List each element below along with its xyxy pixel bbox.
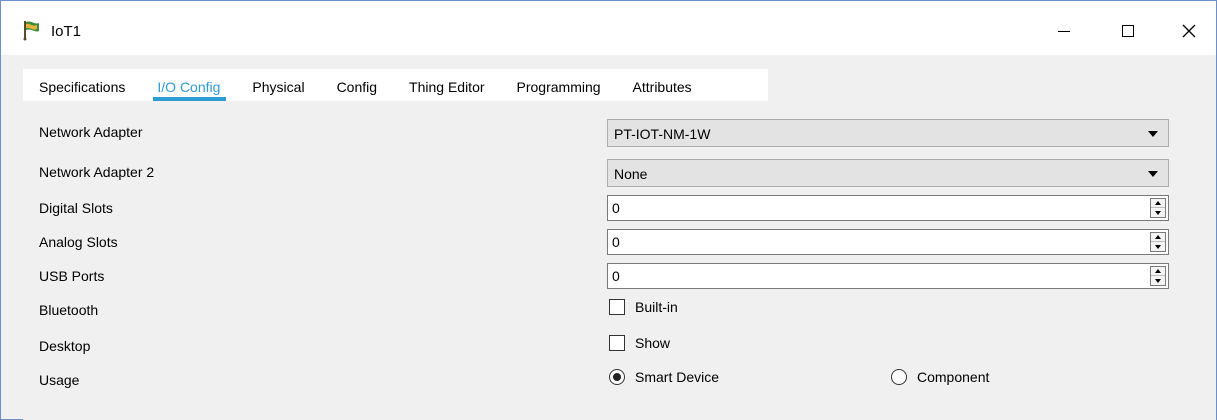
spin-down-button[interactable]: [1151, 242, 1165, 251]
tab-io-config[interactable]: I/O Config: [141, 69, 236, 101]
digital-slots-input[interactable]: [612, 199, 1132, 217]
bluetooth-row: Bluetooth Built-in: [23, 293, 1216, 327]
spin-down-button[interactable]: [1151, 276, 1165, 285]
usage-component-radio[interactable]: Component: [891, 369, 989, 385]
tab-physical[interactable]: Physical: [236, 69, 320, 101]
network-adapter-2-value: None: [614, 166, 648, 182]
iot-device-icon: [23, 21, 39, 41]
tab-bar: Specifications I/O Config Physical Confi…: [23, 69, 768, 101]
component-label: Component: [917, 369, 990, 385]
radio-circle: [891, 369, 907, 385]
analog-slots-row: Analog Slots: [23, 225, 1216, 259]
usb-ports-input[interactable]: [612, 267, 1132, 285]
usb-ports-row: USB Ports: [23, 259, 1216, 293]
bluetooth-label: Bluetooth: [39, 302, 99, 318]
spin-down-icon: [1155, 244, 1161, 249]
desktop-label: Desktop: [39, 338, 91, 354]
usb-ports-spin-buttons: [1150, 266, 1166, 286]
spin-up-icon: [1155, 269, 1161, 273]
tab-thing-editor[interactable]: Thing Editor: [393, 69, 500, 101]
usage-row: Usage Smart Device Component: [23, 363, 1216, 397]
spin-down-icon: [1155, 278, 1161, 283]
bluetooth-builtin-checkbox[interactable]: Built-in: [609, 299, 678, 315]
network-adapter-2-label: Network Adapter 2: [39, 164, 155, 180]
checkbox-box: [609, 335, 625, 351]
analog-slots-spin-buttons: [1150, 232, 1166, 252]
checkbox-box: [609, 299, 625, 315]
tab-config[interactable]: Config: [321, 69, 393, 101]
desktop-row: Desktop Show: [23, 329, 1216, 363]
close-button[interactable]: [1166, 11, 1212, 51]
spin-up-icon: [1155, 201, 1161, 205]
digital-slots-spinner: [607, 195, 1169, 221]
analog-slots-spinner: [607, 229, 1169, 255]
desktop-show-checkbox[interactable]: Show: [609, 335, 670, 351]
window-title: IoT1: [51, 23, 82, 40]
analog-slots-label: Analog Slots: [39, 234, 118, 250]
network-adapter-row: Network Adapter PT-IOT-NM-1W: [23, 115, 1216, 149]
spin-up-button[interactable]: [1151, 267, 1165, 276]
spin-down-button[interactable]: [1151, 208, 1165, 217]
network-adapter-label: Network Adapter: [39, 124, 143, 140]
maximize-icon: [1122, 25, 1134, 37]
spin-up-button[interactable]: [1151, 199, 1165, 208]
minimize-icon: [1058, 30, 1070, 32]
usage-smart-device-radio[interactable]: Smart Device: [609, 369, 719, 385]
smart-device-label: Smart Device: [635, 369, 720, 385]
digital-slots-spin-buttons: [1150, 198, 1166, 218]
spin-up-button[interactable]: [1151, 233, 1165, 242]
tab-strip: Specifications I/O Config Physical Confi…: [1, 55, 1216, 103]
maximize-button[interactable]: [1105, 11, 1151, 51]
digital-slots-label: Digital Slots: [39, 200, 113, 216]
digital-slots-row: Digital Slots: [23, 191, 1216, 225]
chevron-down-icon: [1148, 131, 1158, 137]
tab-specifications[interactable]: Specifications: [23, 69, 141, 101]
network-adapter-select[interactable]: PT-IOT-NM-1W: [607, 119, 1169, 147]
io-config-panel: Network Adapter PT-IOT-NM-1W Network Ada…: [23, 103, 1216, 420]
bluetooth-checkbox-label: Built-in: [635, 299, 678, 315]
desktop-checkbox-label: Show: [635, 335, 671, 351]
tab-programming[interactable]: Programming: [501, 69, 617, 101]
spin-up-icon: [1155, 235, 1161, 239]
network-adapter-2-row: Network Adapter 2 None: [23, 155, 1216, 189]
tab-attributes[interactable]: Attributes: [617, 69, 708, 101]
analog-slots-input[interactable]: [612, 233, 1132, 251]
minimize-button[interactable]: [1041, 11, 1087, 51]
chevron-down-icon: [1148, 171, 1158, 177]
radio-circle-selected: [609, 369, 625, 385]
spin-down-icon: [1155, 210, 1161, 215]
network-adapter-value: PT-IOT-NM-1W: [614, 126, 711, 142]
network-adapter-2-select[interactable]: None: [607, 159, 1169, 187]
title-bar: IoT1: [1, 1, 1216, 55]
close-icon: [1182, 24, 1196, 38]
device-window: IoT1 Specifications I/O Config Physical …: [0, 0, 1217, 420]
usage-label: Usage: [39, 372, 80, 388]
usb-ports-label: USB Ports: [39, 268, 105, 284]
usb-ports-spinner: [607, 263, 1169, 289]
